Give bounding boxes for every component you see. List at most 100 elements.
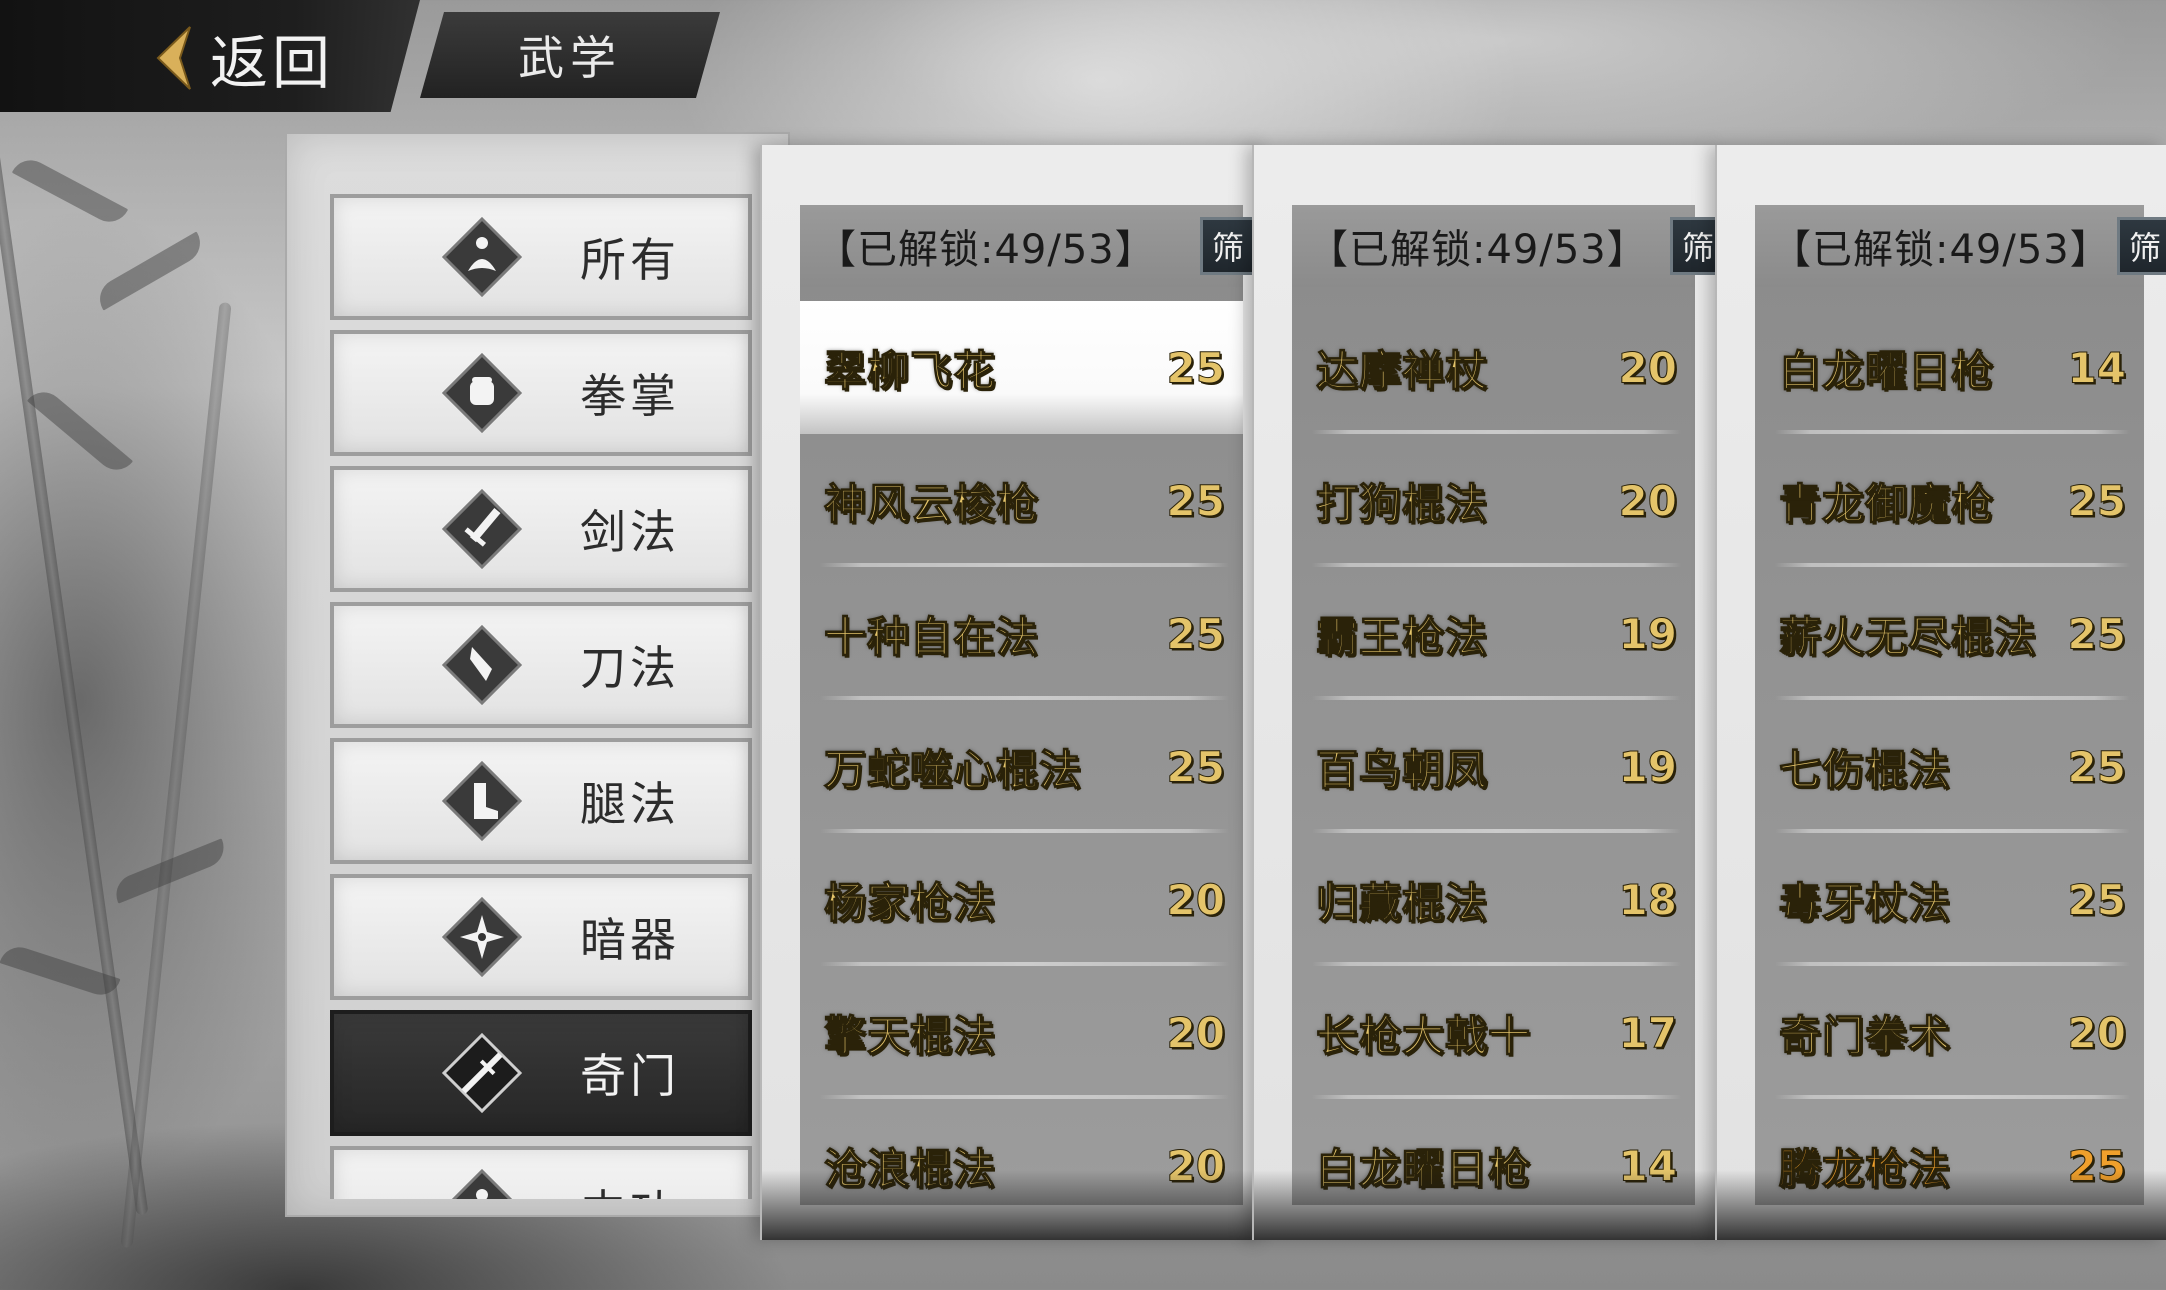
- staff-icon: [442, 1033, 522, 1113]
- skill-level: 18: [1618, 875, 1677, 925]
- category-item[interactable]: 内功: [330, 1146, 752, 1199]
- skill-level: 20: [1618, 343, 1677, 393]
- skill-level: 25: [1166, 476, 1225, 526]
- top-bar: 返回 武学: [0, 0, 720, 112]
- skill-name: 青龙御魔枪: [1778, 478, 1995, 528]
- blade-icon: [442, 625, 522, 705]
- ink-border: [1717, 1170, 2166, 1240]
- category-label: 暗器: [580, 913, 680, 967]
- category-item[interactable]: 刀法: [330, 602, 752, 728]
- category-item[interactable]: 奇门: [330, 1010, 752, 1136]
- skill-level: 20: [1166, 875, 1225, 925]
- skill-level: 25: [2067, 476, 2126, 526]
- skill-level: 20: [2067, 1008, 2126, 1058]
- category-label: 内功: [580, 1176, 680, 1199]
- skill-name: 百鸟朝凤: [1315, 744, 1489, 794]
- skill-name: 白龙曜日枪: [1778, 345, 1995, 395]
- skill-level: 20: [1618, 476, 1677, 526]
- skill-level: 19: [1618, 742, 1677, 792]
- skill-row[interactable]: 十种自在法 25: [800, 567, 1243, 700]
- skill-row[interactable]: 长枪大戟十 17: [1292, 966, 1695, 1099]
- boot-icon: [442, 761, 522, 841]
- skill-row[interactable]: 翠柳飞花 25: [800, 301, 1243, 434]
- category-label: 拳掌: [580, 369, 680, 423]
- category-panel: 所有拳掌剑法刀法腿法暗器奇门内功: [285, 132, 790, 1217]
- skill-name: 归藏棍法: [1315, 877, 1489, 927]
- skill-name: 七伤棍法: [1778, 744, 1952, 794]
- fist-icon: [442, 353, 522, 433]
- skill-level: 25: [1166, 742, 1225, 792]
- skill-row[interactable]: 归藏棍法 18: [1292, 833, 1695, 966]
- skill-row[interactable]: 神风云梭枪 25: [800, 434, 1243, 567]
- skill-name: 奇门拳术: [1778, 1010, 1952, 1060]
- skill-row[interactable]: 薪火无尽棍法 25: [1755, 567, 2144, 700]
- skill-list-panel: 【已解锁:49/53】 筛翠柳飞花 25 神风云梭枪 25 十种自在法 25 万蛇噬心棍法 25…: [800, 205, 1256, 1205]
- meditation-icon: [442, 217, 522, 297]
- filter-button[interactable]: 筛: [2117, 217, 2166, 275]
- skill-level: 14: [2067, 343, 2126, 393]
- page-title: 武学: [518, 31, 622, 85]
- category-item[interactable]: 拳掌: [330, 330, 752, 456]
- meditation-icon: [451, 1169, 513, 1199]
- skill-name: 神风云梭枪: [823, 478, 1040, 528]
- category-item[interactable]: 腿法: [330, 738, 752, 864]
- skill-name: 毒牙杖法: [1778, 877, 1952, 927]
- category-item[interactable]: 剑法: [330, 466, 752, 592]
- skill-level: 17: [1618, 1008, 1677, 1058]
- ink-border: [1254, 1170, 1717, 1240]
- unlock-header: 【已解锁:49/53】筛: [1292, 205, 1726, 287]
- skill-row[interactable]: 达摩禅杖 20: [1292, 301, 1695, 434]
- skill-row[interactable]: 霸王枪法 19: [1292, 567, 1695, 700]
- skill-level: 25: [1166, 343, 1225, 393]
- skill-row[interactable]: 百鸟朝凤 19: [1292, 700, 1695, 833]
- skill-column-3: 【已解锁:49/53】筛白龙曜日枪 14 青龙御魔枪 25 薪火无尽棍法 25 七伤棍法 25…: [1715, 145, 2166, 1240]
- skill-list-panel: 【已解锁:49/53】筛达摩禅杖 20 打狗棍法 20 霸王枪法 19 百鸟朝凤 19 归藏棍法…: [1292, 205, 1726, 1205]
- skill-name: 杨家枪法: [823, 877, 997, 927]
- skill-name: 擎天棍法: [823, 1010, 997, 1060]
- skill-row[interactable]: 奇门拳术 20: [1755, 966, 2144, 1099]
- skill-row[interactable]: 万蛇噬心棍法 25: [800, 700, 1243, 833]
- category-label: 剑法: [580, 505, 680, 559]
- skill-rows: 白龙曜日枪 14 青龙御魔枪 25 薪火无尽棍法 25 七伤棍法 25 毒牙杖法 25 奇门拳术 20…: [1755, 301, 2144, 1193]
- skill-level: 25: [2067, 609, 2126, 659]
- skill-list-panel: 【已解锁:49/53】筛白龙曜日枪 14 青龙御魔枪 25 薪火无尽棍法 25 七伤棍法 25…: [1755, 205, 2166, 1205]
- filter-label: 筛: [2128, 229, 2161, 267]
- skill-row[interactable]: 打狗棍法 20: [1292, 434, 1695, 567]
- category-item[interactable]: 所有: [330, 194, 752, 320]
- skill-name: 翠柳飞花: [823, 345, 997, 395]
- skill-name: 长枪大戟十: [1315, 1010, 1532, 1060]
- skill-level: 25: [2067, 875, 2126, 925]
- skill-row[interactable]: 七伤棍法 25: [1755, 700, 2144, 833]
- filter-button[interactable]: 筛: [1200, 217, 1256, 275]
- chevron-left-icon: [156, 26, 191, 90]
- skill-level: 25: [2067, 742, 2126, 792]
- unlock-header: 【已解锁:49/53】筛: [800, 205, 1256, 287]
- skill-column-2: 【已解锁:49/53】筛达摩禅杖 20 打狗棍法 20 霸王枪法 19 百鸟朝凤 19 归藏棍法…: [1252, 145, 1726, 1240]
- unlock-count: 【已解锁:49/53】: [1308, 227, 1648, 273]
- category-list: 所有拳掌剑法刀法腿法暗器奇门内功: [330, 194, 752, 1199]
- skill-level: 19: [1618, 609, 1677, 659]
- sword-icon: [442, 489, 522, 569]
- unlock-header: 【已解锁:49/53】筛: [1755, 205, 2166, 287]
- skill-level: 25: [1166, 609, 1225, 659]
- ink-border: [762, 1170, 1265, 1240]
- back-button[interactable]: 返回: [150, 18, 334, 98]
- unlock-count: 【已解锁:49/53】: [1771, 227, 2111, 273]
- category-item[interactable]: 暗器: [330, 874, 752, 1000]
- category-label: 奇门: [580, 1049, 680, 1103]
- skill-name: 达摩禅杖: [1315, 345, 1489, 395]
- skill-row[interactable]: 毒牙杖法 25: [1755, 833, 2144, 966]
- skill-row[interactable]: 白龙曜日枪 14: [1755, 301, 2144, 434]
- skill-row[interactable]: 杨家枪法 20: [800, 833, 1243, 966]
- page-title-tab: 武学: [420, 12, 720, 98]
- filter-label: 筛: [1211, 229, 1244, 267]
- shuriken-icon: [442, 897, 522, 977]
- skill-name: 霸王枪法: [1315, 611, 1489, 661]
- category-label: 腿法: [580, 777, 680, 831]
- skill-name: 薪火无尽棍法: [1778, 611, 2038, 661]
- skill-row[interactable]: 青龙御魔枪 25: [1755, 434, 2144, 567]
- skill-name: 打狗棍法: [1315, 478, 1489, 528]
- skill-row[interactable]: 擎天棍法 20: [800, 966, 1243, 1099]
- skill-rows: 达摩禅杖 20 打狗棍法 20 霸王枪法 19 百鸟朝凤 19 归藏棍法 18 长枪大戟十 17 白龙曜…: [1292, 301, 1695, 1193]
- skill-column-1: 【已解锁:49/53】 筛翠柳飞花 25 神风云梭枪 25 十种自在法 25 万蛇噬心棍法 25…: [760, 145, 1265, 1240]
